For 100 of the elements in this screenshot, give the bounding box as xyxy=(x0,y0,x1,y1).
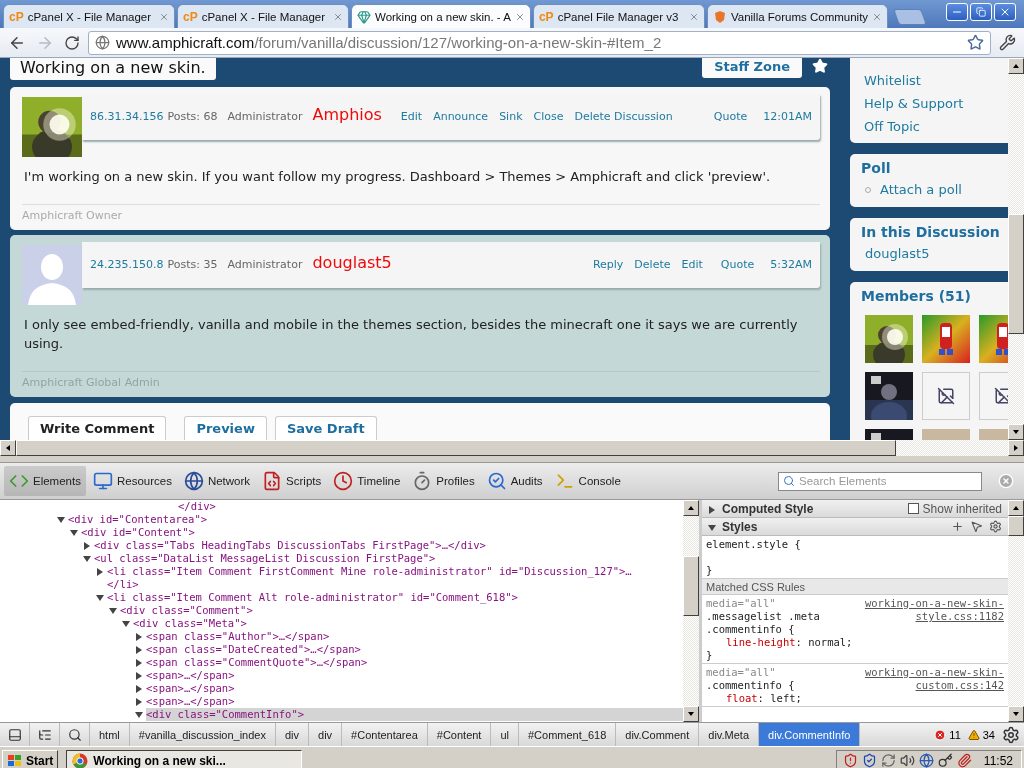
taskbar-button[interactable]: Working on a new ski... xyxy=(66,749,303,768)
settings-icon[interactable] xyxy=(989,520,1002,533)
category-link[interactable]: Whitelist xyxy=(864,72,1008,90)
comment-action-link[interactable]: Edit xyxy=(681,257,703,271)
devtools-tab[interactable]: Resources xyxy=(87,466,177,496)
comment-action-link[interactable]: Announce xyxy=(433,109,489,123)
triangle-icon[interactable] xyxy=(109,607,117,615)
triangle-icon[interactable] xyxy=(70,529,78,537)
dom-node[interactable]: <span class="Author">…</span> xyxy=(146,630,683,643)
triangle-icon[interactable] xyxy=(135,659,143,667)
category-link[interactable]: Help & Support xyxy=(864,95,1008,113)
section-title[interactable]: Styles xyxy=(722,519,758,534)
source-link[interactable]: style.css:1182 xyxy=(915,610,1004,623)
scroll-arrow-button[interactable] xyxy=(1008,440,1024,456)
address-bar[interactable]: www.amphicraft.com/forum/vanilla/discussion/127/working-on-a-new-skin-#Item_2 xyxy=(88,30,991,55)
triangle-icon[interactable] xyxy=(83,555,91,563)
scroll-arrow-button[interactable] xyxy=(1008,424,1024,440)
dom-node[interactable]: <span>…</span> xyxy=(146,682,683,695)
comment-form-tab[interactable]: Write Comment xyxy=(28,416,167,440)
browser-tab[interactable]: Vanilla Forums Community xyxy=(706,4,889,28)
comment-action-link[interactable]: Delete xyxy=(634,257,671,271)
quote-link[interactable]: Quote xyxy=(720,257,755,271)
dom-node[interactable]: <span>…</span> xyxy=(146,695,683,708)
triangle-icon[interactable] xyxy=(135,711,143,719)
wrench-menu-button[interactable] xyxy=(997,32,1018,53)
source-link[interactable]: working-on-a-new-skin- xyxy=(864,597,1004,610)
quote-link[interactable]: Quote xyxy=(713,109,748,123)
comment-form-tab[interactable]: Preview xyxy=(184,416,267,440)
star-icon[interactable] xyxy=(812,58,828,74)
restore-button[interactable] xyxy=(970,3,992,21)
dom-node[interactable]: <div class="Meta"> xyxy=(133,617,683,630)
tab-close-button[interactable] xyxy=(688,11,699,22)
devtools-tab[interactable]: Audits xyxy=(481,466,548,496)
dom-node[interactable]: <div id="Contentarea"> xyxy=(68,513,683,526)
devtools-tab[interactable]: Network xyxy=(178,466,256,496)
paperclip-icon[interactable] xyxy=(956,753,972,768)
dom-node[interactable]: <div class="CommentInfo"> xyxy=(146,708,683,721)
triangle-icon[interactable] xyxy=(83,542,91,550)
triangle-icon[interactable] xyxy=(135,685,143,693)
tab-close-button[interactable] xyxy=(514,11,525,22)
triangle-icon[interactable] xyxy=(122,620,130,628)
browser-tab[interactable]: cP cPanel File Manager v3 xyxy=(532,4,705,28)
search-box[interactable]: Search Elements xyxy=(778,471,982,491)
breadcrumb-item[interactable]: div.CommentInfo xyxy=(759,723,861,746)
author-name[interactable]: douglast5 xyxy=(312,252,392,272)
triangle-icon[interactable] xyxy=(135,646,143,654)
attach-poll-link[interactable]: Attach a poll xyxy=(880,181,962,199)
devtools-tab[interactable]: Profiles xyxy=(407,466,480,496)
dom-node[interactable]: <div class="Comment"> xyxy=(120,604,683,617)
scroll-arrow-button[interactable] xyxy=(1008,500,1024,516)
scroll-arrow-button[interactable] xyxy=(683,706,699,722)
devtools-tab[interactable]: Console xyxy=(549,466,626,496)
dom-node[interactable]: <div class="Tabs HeadingTabs DiscussionTabs FirstPage">…</div> xyxy=(94,539,683,552)
shield-alert-icon[interactable] xyxy=(842,753,858,768)
browser-tab[interactable]: cP cPanel X - File Manager xyxy=(3,4,175,28)
tab-close-button[interactable] xyxy=(333,11,343,22)
refresh-icon[interactable] xyxy=(880,753,896,768)
ip-link[interactable]: 86.31.34.156 xyxy=(90,109,164,123)
dom-node[interactable]: <span class="DateCreated">…</span> xyxy=(146,643,683,656)
staff-zone-button[interactable]: Staff Zone xyxy=(702,58,802,78)
dom-node[interactable]: <li class="Item Comment Alt role-administrator" id="Comment_618"> xyxy=(107,591,683,604)
source-link[interactable]: working-on-a-new-skin- xyxy=(864,666,1004,679)
bookmark-star-icon[interactable] xyxy=(967,34,984,51)
key-icon[interactable] xyxy=(937,753,953,768)
tab-close-button[interactable] xyxy=(872,11,883,22)
settings-icon[interactable] xyxy=(1002,725,1020,744)
triangle-icon[interactable] xyxy=(57,516,65,524)
comment-action-link[interactable]: Delete Discussion xyxy=(574,109,673,123)
devtools-tab[interactable]: Scripts xyxy=(257,466,327,496)
scroll-arrow-button[interactable] xyxy=(1008,706,1024,722)
dom-node[interactable]: </div> xyxy=(178,500,683,513)
close-button[interactable] xyxy=(994,3,1016,21)
plus-icon[interactable] xyxy=(951,520,964,533)
comment-action-link[interactable]: Close xyxy=(533,109,564,123)
triangle-icon[interactable] xyxy=(708,506,716,514)
browser-tab[interactable]: Working on a new skin. - A xyxy=(351,4,531,28)
triangle-icon[interactable] xyxy=(135,698,143,706)
pointer-icon[interactable] xyxy=(970,520,983,533)
minimize-button[interactable] xyxy=(946,3,968,21)
dom-node[interactable]: <span class="CommentQuote">…</span> xyxy=(146,656,683,669)
comment-action-link[interactable]: Edit xyxy=(400,109,423,123)
triangle-icon[interactable] xyxy=(135,633,143,641)
dom-node[interactable]: <div id="Content"> xyxy=(81,526,683,539)
volume-icon[interactable] xyxy=(899,753,915,768)
user-link[interactable]: douglast5 xyxy=(861,245,1008,263)
dom-node[interactable]: <span>…</span> xyxy=(146,669,683,682)
comment-action-link[interactable]: Sink xyxy=(499,109,523,123)
scroll-thumb[interactable] xyxy=(1008,516,1024,536)
checkbox[interactable] xyxy=(907,503,919,514)
shield-icon[interactable] xyxy=(861,753,877,768)
scroll-arrow-button[interactable] xyxy=(0,440,16,456)
globe-icon[interactable] xyxy=(918,753,934,768)
scroll-thumb[interactable] xyxy=(683,556,699,616)
scroll-arrow-button[interactable] xyxy=(683,500,699,516)
triangle-icon[interactable] xyxy=(96,568,104,576)
ip-link[interactable]: 24.235.150.8 xyxy=(90,257,164,271)
comment-action-link[interactable]: Reply xyxy=(592,257,624,271)
category-link[interactable]: Off Topic xyxy=(864,118,1008,136)
browser-tab[interactable]: cP cPanel X - File Manager xyxy=(177,4,349,28)
author-name[interactable]: Amphios xyxy=(312,104,382,124)
